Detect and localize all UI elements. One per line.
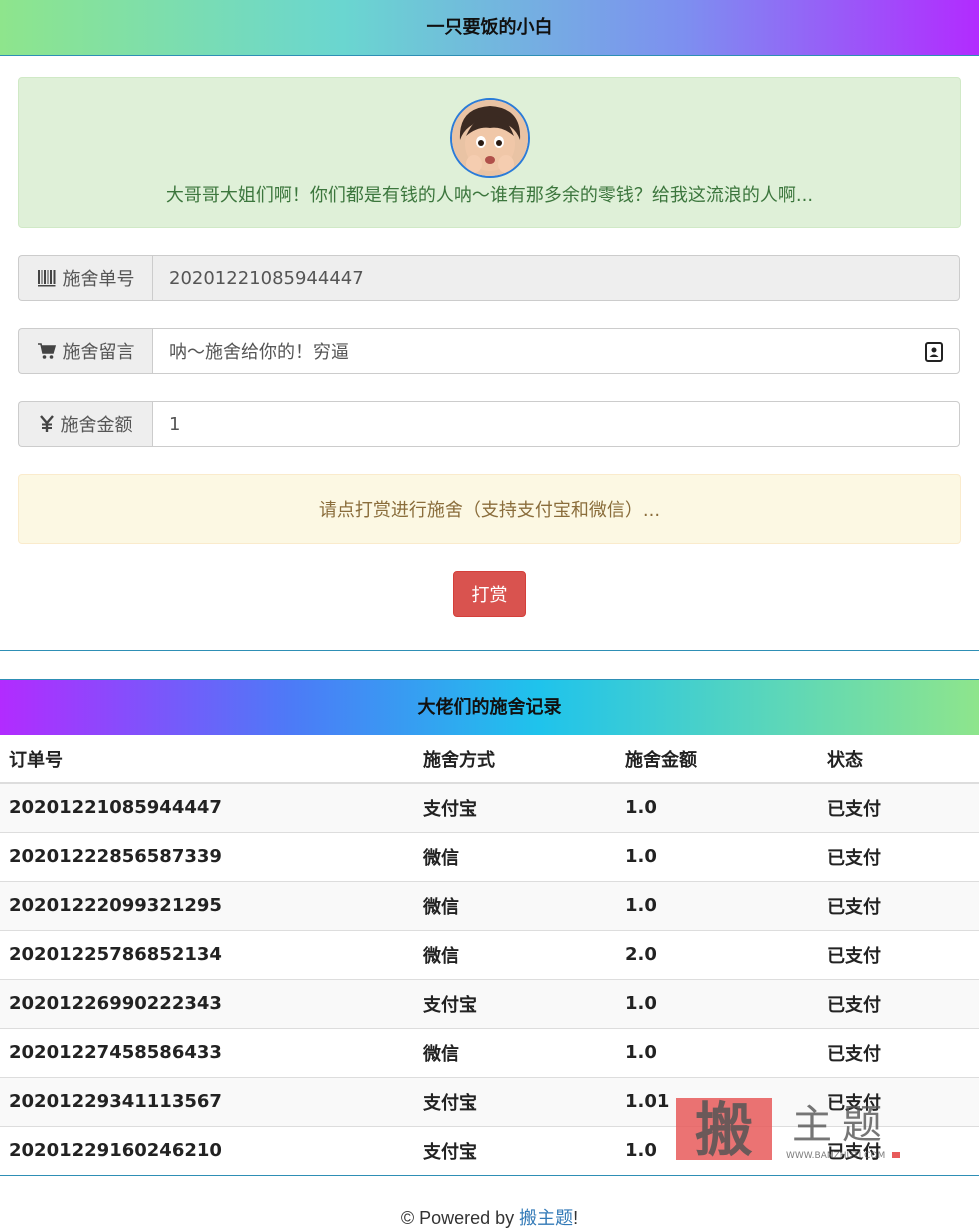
status-cell: 已支付	[818, 831, 979, 881]
order-id-cell: 20201229341113567	[0, 1076, 414, 1126]
tip-button[interactable]: 打赏	[453, 571, 526, 617]
method-cell: 微信	[414, 880, 616, 930]
method-cell: 微信	[414, 1027, 616, 1077]
table-row: 20201222099321295 微信 1.0 已支付	[0, 880, 979, 930]
profile-box: 大哥哥大姐们啊！你们都是有钱的人呐～谁有那多余的零钱？给我这流浪的人啊...	[18, 77, 961, 228]
records-section: 大佬们的施舍记录 订单号 施舍方式 施舍金额 状态 20201221085944…	[0, 679, 979, 1176]
barcode-icon	[37, 268, 57, 288]
footer: © Powered by 搬主题!	[0, 1204, 979, 1230]
order-id-cell: 20201222099321295	[0, 880, 414, 930]
method-cell: 支付宝	[414, 782, 616, 832]
table-row: 20201229341113567 支付宝 1.01 已支付	[0, 1076, 979, 1126]
amount-cell: 1.01	[616, 1076, 818, 1126]
amount-cell: 1.0	[616, 782, 818, 832]
amount-cell: 2.0	[616, 929, 818, 979]
amount-cell: 1.0	[616, 1125, 818, 1176]
message-input[interactable]: 呐～施舍给你的！穷逼	[152, 328, 960, 374]
footer-link[interactable]: 搬主题	[519, 1208, 573, 1228]
page-title: 一只要饭的小白	[0, 0, 979, 56]
order-id-cell: 20201229160246210	[0, 1125, 414, 1176]
status-cell: 已支付	[818, 978, 979, 1028]
yen-icon	[39, 415, 55, 433]
contact-card-icon[interactable]	[925, 342, 943, 367]
column-header: 施舍方式	[414, 735, 616, 784]
amount-input[interactable]: 1	[152, 401, 960, 447]
method-cell: 支付宝	[414, 1076, 616, 1126]
method-cell: 微信	[414, 929, 616, 979]
table-row: 20201226990222343 支付宝 1.0 已支付	[0, 978, 979, 1028]
method-cell: 支付宝	[414, 1125, 616, 1176]
amount-label: 施舍金额	[60, 415, 133, 436]
order-number-addon: 施舍单号	[18, 255, 152, 301]
column-header: 施舍金额	[616, 735, 818, 784]
order-number-label: 施舍单号	[62, 269, 135, 290]
amount-addon: 施舍金额	[18, 401, 152, 447]
status-cell: 已支付	[818, 782, 979, 832]
message-group: 施舍留言 呐～施舍给你的！穷逼	[18, 328, 960, 374]
records-table: 订单号 施舍方式 施舍金额 状态 20201221085944447 支付宝 1…	[0, 735, 979, 1176]
footer-prefix: © Powered by	[400, 1208, 520, 1228]
status-cell: 已支付	[818, 929, 979, 979]
column-header: 状态	[818, 735, 979, 784]
amount-cell: 1.0	[616, 831, 818, 881]
amount-cell: 1.0	[616, 880, 818, 930]
table-row: 20201229160246210 支付宝 1.0 已支付	[0, 1125, 979, 1176]
message-addon: 施舍留言	[18, 328, 152, 374]
table-row: 20201222856587339 微信 1.0 已支付	[0, 831, 979, 881]
order-id-cell: 20201225786852134	[0, 929, 414, 979]
records-title: 大佬们的施舍记录	[0, 679, 979, 735]
amount-cell: 1.0	[616, 978, 818, 1028]
column-header: 订单号	[0, 735, 414, 784]
order-number-group: 施舍单号 20201221085944447	[18, 255, 960, 301]
cart-icon	[37, 341, 57, 361]
order-id-cell: 20201227458586433	[0, 1027, 414, 1077]
order-id-cell: 20201221085944447	[0, 782, 414, 832]
amount-group: 施舍金额 1	[18, 401, 960, 447]
message-value: 呐～施舍给你的！穷逼	[169, 342, 349, 363]
order-id-cell: 20201222856587339	[0, 831, 414, 881]
method-cell: 微信	[414, 831, 616, 881]
status-cell: 已支付	[818, 1076, 979, 1126]
method-cell: 支付宝	[414, 978, 616, 1028]
payment-notice: 请点打赏进行施舍（支持支付宝和微信）...	[18, 474, 961, 544]
donation-section: 一只要饭的小白 大哥哥大姐们啊！你们都是有钱的人呐～谁有那多余的零钱？给我这流浪…	[0, 0, 979, 651]
profile-message: 大哥哥大姐们啊！你们都是有钱的人呐～谁有那多余的零钱？给我这流浪的人啊...	[165, 185, 814, 206]
table-row: 20201221085944447 支付宝 1.0 已支付	[0, 782, 979, 832]
status-cell: 已支付	[818, 880, 979, 930]
order-id-cell: 20201226990222343	[0, 978, 414, 1028]
footer-suffix: !	[573, 1208, 579, 1228]
avatar	[450, 98, 530, 178]
table-row: 20201227458586433 微信 1.0 已支付	[0, 1027, 979, 1077]
order-number-input[interactable]: 20201221085944447	[152, 255, 960, 301]
message-label: 施舍留言	[62, 342, 135, 363]
status-cell: 已支付	[818, 1027, 979, 1077]
table-header-row: 订单号 施舍方式 施舍金额 状态	[0, 735, 979, 784]
amount-cell: 1.0	[616, 1027, 818, 1077]
table-row: 20201225786852134 微信 2.0 已支付	[0, 929, 979, 979]
status-cell: 已支付	[818, 1125, 979, 1176]
